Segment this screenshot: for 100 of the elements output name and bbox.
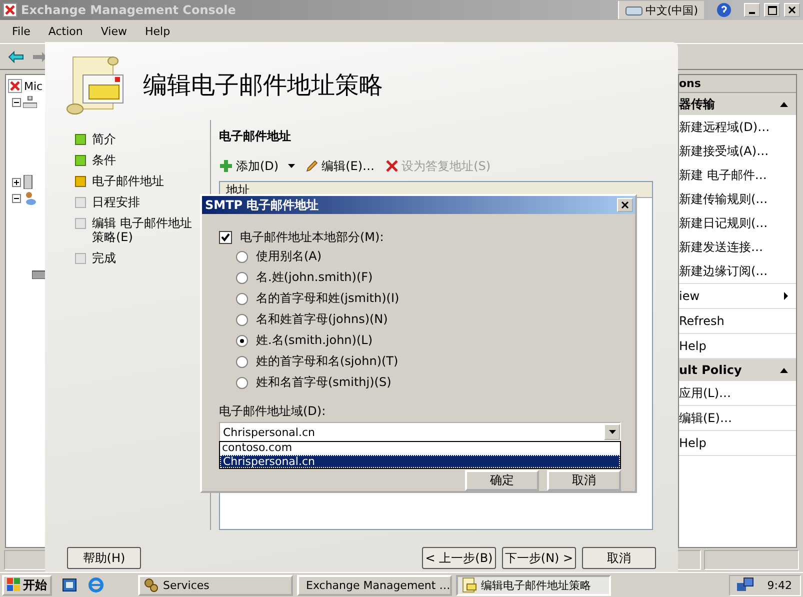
radio-label: 姓的首字母和名(sjohn)(T) xyxy=(256,353,398,370)
clock: 9:42 xyxy=(767,578,792,592)
radio-button[interactable] xyxy=(236,314,248,326)
dialog-title: SMTP 电子邮件地址 xyxy=(205,196,319,214)
radio-button[interactable] xyxy=(236,292,248,304)
caret-icon xyxy=(608,430,616,434)
maximize-button[interactable] xyxy=(764,3,780,17)
task-link[interactable]: 新建 电子邮件… xyxy=(679,163,796,187)
wizard-step: 电子邮件地址 xyxy=(92,174,202,188)
radio-label: 名和姓首字母(johns)(N) xyxy=(256,311,388,328)
menu-item[interactable]: Help xyxy=(138,25,176,38)
windows-flag-icon xyxy=(7,578,21,592)
language-label: 中文(中国) xyxy=(645,2,698,18)
dialog-button[interactable]: 取消 xyxy=(547,470,621,491)
radio-label: 姓.名(smith.john)(L) xyxy=(256,332,373,349)
wizard-title: 编辑电子邮件地址策略 xyxy=(143,70,383,101)
section-title: 器传输 xyxy=(679,96,715,112)
exchange-icon xyxy=(3,3,17,17)
wizard-step: 完成 xyxy=(92,251,202,265)
help-icon[interactable] xyxy=(716,2,732,18)
toolbar-button[interactable]: 编辑(E)… xyxy=(304,158,375,174)
dropdown-option[interactable]: Chrispersonal.cn xyxy=(220,455,620,468)
task-link[interactable]: 应用(L)… xyxy=(679,381,796,405)
organization-icon xyxy=(23,96,37,108)
tree-item[interactable]: Mic xyxy=(24,80,43,92)
exchange-icon xyxy=(8,79,22,93)
window-title: Exchange Management Console xyxy=(21,3,237,17)
toolbar-button[interactable]: 添加(D) xyxy=(219,158,295,174)
radio-button[interactable] xyxy=(236,250,248,262)
close-button[interactable] xyxy=(617,198,633,212)
wizard-step: 日程安排 xyxy=(92,195,202,209)
radio-label: 名.姓(john.smith)(F) xyxy=(256,269,373,286)
wizard-button[interactable]: < 上一步(B) xyxy=(422,547,496,569)
field-label: 电子邮件地址域(D): xyxy=(219,403,327,420)
collapse-icon[interactable] xyxy=(12,194,21,202)
dialog-button[interactable]: 确定 xyxy=(465,470,539,491)
console-shortcut-icon[interactable] xyxy=(62,577,78,593)
language-bar[interactable]: 中文(中国) xyxy=(618,1,704,19)
scroll-icon xyxy=(461,577,477,593)
keyboard-icon xyxy=(625,4,644,16)
close-icon xyxy=(621,201,629,209)
radio-button[interactable] xyxy=(236,376,248,388)
dropdown-button[interactable] xyxy=(604,424,620,440)
menu-item[interactable]: Action xyxy=(42,25,89,38)
expand-icon[interactable] xyxy=(12,178,21,186)
wizard-step: 编辑 电子邮件地址策略(E) xyxy=(92,216,202,244)
checkbox-label: 电子邮件地址本地部分(M): xyxy=(240,228,384,246)
taskbar-button[interactable]: Exchange Management … xyxy=(297,574,452,596)
wizard-button[interactable]: 下一步(N) > xyxy=(502,547,576,569)
gears-icon xyxy=(143,577,159,593)
network-icon[interactable] xyxy=(736,577,754,593)
pane-header: ons xyxy=(679,75,796,93)
task-link[interactable]: iew xyxy=(679,284,796,308)
task-link[interactable]: 编辑(E)… xyxy=(679,406,796,430)
minimize-button[interactable] xyxy=(744,3,760,17)
cross-icon xyxy=(384,159,399,173)
task-link[interactable]: 新建边缘订阅(… xyxy=(679,259,796,283)
menu-item[interactable]: View xyxy=(94,25,133,38)
task-link[interactable]: 新建日记规则(… xyxy=(679,211,796,235)
close-button[interactable] xyxy=(784,3,800,17)
pencil-icon xyxy=(304,159,319,173)
radio-label: 姓和名首字母(smithj)(S) xyxy=(256,374,392,391)
wizard-button[interactable]: 帮助(H) xyxy=(67,547,141,569)
task-link[interactable]: Help xyxy=(679,431,796,455)
taskbar-button[interactable]: Services xyxy=(138,574,293,596)
checkbox[interactable] xyxy=(219,230,232,244)
collapse-icon[interactable] xyxy=(12,98,21,106)
menu-item[interactable]: File xyxy=(6,25,36,38)
radio-label: 名的首字母和姓(jsmith)(I) xyxy=(256,290,400,307)
task-link[interactable]: 新建发送连接… xyxy=(679,235,796,259)
wizard-step: 条件 xyxy=(92,153,202,167)
browser-icon[interactable] xyxy=(88,577,104,593)
task-link[interactable]: Help xyxy=(679,334,796,358)
actions-section-header[interactable]: ult Policy xyxy=(679,359,796,381)
section-title: ult Policy xyxy=(679,363,742,377)
collapse-caret-icon xyxy=(780,102,788,106)
wizard-step: 简介 xyxy=(92,132,202,146)
server-icon xyxy=(23,175,33,189)
radio-button[interactable] xyxy=(236,356,248,368)
wizard-button[interactable]: 取消 xyxy=(582,547,656,569)
task-link[interactable]: 新建传输规则(… xyxy=(679,187,796,211)
plus-icon xyxy=(219,159,233,173)
task-link[interactable]: 新建远程域(D)… xyxy=(679,115,796,139)
domain-combobox[interactable]: Chrispersonal.cn xyxy=(219,422,621,442)
taskbar-button[interactable]: 编辑电子邮件地址策略 xyxy=(456,574,611,596)
task-link[interactable]: Refresh xyxy=(679,309,796,333)
maximize-icon xyxy=(768,6,776,14)
back-arrow-icon[interactable] xyxy=(8,50,24,62)
task-link[interactable]: 新建接受域(A)… xyxy=(679,139,796,163)
section-heading: 电子邮件地址 xyxy=(219,128,292,145)
actions-section-header[interactable]: 器传输 xyxy=(679,93,796,115)
submenu-arrow-icon xyxy=(784,292,788,300)
dropdown-caret-icon xyxy=(288,164,295,168)
radio-button[interactable] xyxy=(236,272,248,284)
close-icon xyxy=(788,6,796,14)
user-icon xyxy=(23,191,37,205)
start-button[interactable]: 开始 xyxy=(2,574,52,596)
forward-arrow-icon[interactable] xyxy=(32,50,48,62)
radio-button[interactable] xyxy=(236,334,248,346)
collapse-caret-icon xyxy=(780,368,788,372)
